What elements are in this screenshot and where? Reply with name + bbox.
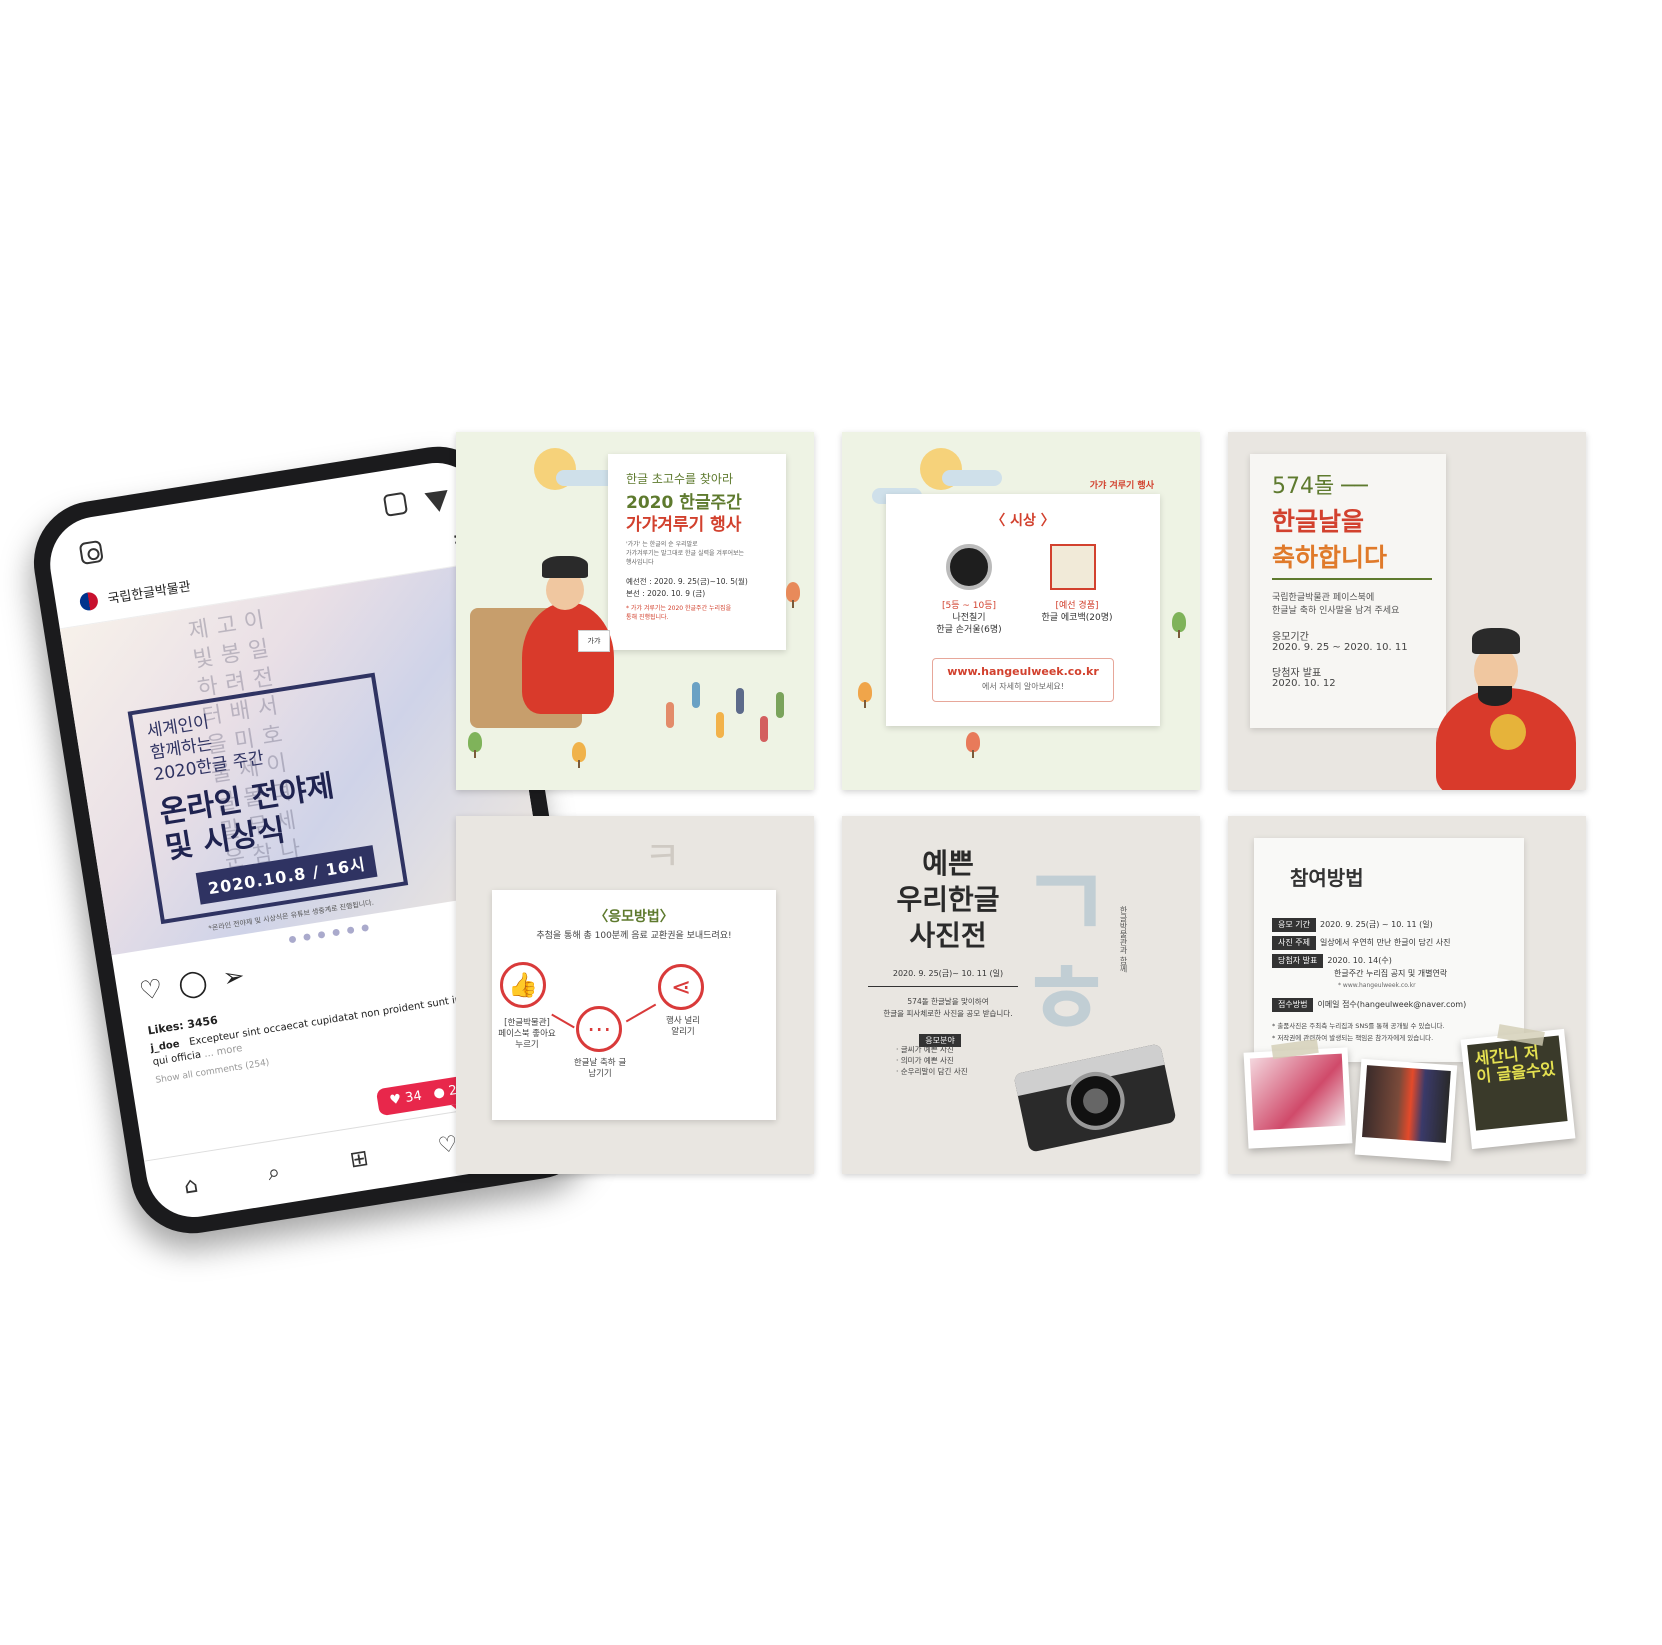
tile-entry-method: ㅋ 〈응모방법〉 추첨을 통해 총 100분께 음료 교환권을 보내드려요! 👍… bbox=[456, 816, 814, 1174]
tree-illustration bbox=[1172, 612, 1186, 638]
comment-icon[interactable]: ◯ bbox=[176, 967, 209, 1001]
decor-letter: ㅋ bbox=[644, 834, 681, 880]
caption-username[interactable]: j_doe bbox=[150, 1039, 181, 1054]
tile5-divider bbox=[868, 986, 1018, 987]
king-robe bbox=[522, 602, 614, 714]
tile3-announce-label: 당첨자 발표 bbox=[1272, 668, 1322, 679]
mirror-prize-image bbox=[946, 544, 992, 590]
tile4-subtitle: 추첨을 통해 총 100분께 음료 교환권을 보내드려요! bbox=[536, 931, 732, 941]
tile5-title: 예쁜 우리한글 사진전 bbox=[868, 846, 1028, 954]
url-box[interactable]: www.hangeulweek.co.kr 에서 자세히 알아보세요! bbox=[932, 658, 1114, 702]
row-period: 응모 기간 2020. 9. 25(금) ~ 10. 11 (일) bbox=[1272, 918, 1466, 932]
tile2-paper: 〈 시상 〉 [5등 ~ 10등] 나전칠기 한글 손거울(6명) [예선 경품… bbox=[886, 494, 1160, 726]
tile4-heading: 〈응모방법〉 bbox=[594, 909, 674, 925]
tile5-side-text: 한글박물관과 함께 bbox=[1119, 906, 1128, 973]
king-hat bbox=[1472, 628, 1520, 654]
king-beard bbox=[1478, 686, 1512, 706]
event-url-link[interactable]: www.hangeulweek.co.kr bbox=[933, 665, 1113, 678]
thumbs-up-icon: 👍 bbox=[500, 962, 546, 1008]
prize1-name-2: 한글 손거울(6명) bbox=[936, 625, 1002, 635]
tile1-description: '가갸' 는 한글의 순 우리말로 가갸겨루기는 말그대로 한글 실력을 겨루어… bbox=[626, 541, 745, 566]
direct-message-icon[interactable] bbox=[424, 480, 456, 512]
photo-polaroid-2 bbox=[1354, 1058, 1458, 1162]
tile-prizes: 가갸 겨루기 행사 〈 시상 〉 [5등 ~ 10등] 나전칠기 한글 손거울(… bbox=[842, 432, 1200, 790]
step2-label: 한글날 축하 글 남기기 bbox=[573, 1058, 627, 1079]
scroll-paper: 가갸 bbox=[578, 630, 610, 652]
step1-label: [한글박물관] 페이스북 좋아요 누르기 bbox=[498, 1018, 556, 1050]
cloud-illustration bbox=[942, 470, 1002, 486]
row-announce-detail: 한글주간 누리집 공지 및 개별연락 bbox=[1334, 969, 1448, 978]
dragon-emblem bbox=[1490, 714, 1526, 750]
tile-participation: 참여방법 응모 기간 2020. 9. 25(금) ~ 10. 11 (일) 사진… bbox=[1228, 816, 1586, 1174]
chat-bubble-icon: ⋯ bbox=[576, 1006, 622, 1052]
url-subtext: 에서 자세히 알아보세요! bbox=[982, 682, 1064, 691]
tile-photo-contest: ㄱㅎㅇ 예쁜 우리한글 사진전 2020. 9. 25(금)~ 10. 11 (… bbox=[842, 816, 1200, 1174]
tile2-heading: 〈 시상 〉 bbox=[991, 513, 1055, 529]
tile3-paper: 574돌 ── 한글날을 축하합니다 국립한글박물관 페이스북에 한글날 축하 … bbox=[1250, 454, 1446, 728]
tree-illustration bbox=[786, 582, 800, 608]
tile-hangeul-day: 574돌 ── 한글날을 축하합니다 국립한글박물관 페이스북에 한글날 축하 … bbox=[1228, 432, 1586, 790]
row-announce: 당첨자 발표 2020. 10. 14(수) bbox=[1272, 954, 1466, 968]
tile1-final-date: 본선 : 2020. 10. 9 (금) bbox=[626, 589, 706, 598]
tile5-items: · 글씨가 예쁜 사진 · 의미가 예쁜 사진 · 순우리말이 담긴 사진 bbox=[896, 1045, 968, 1076]
tile6-rows: 응모 기간 2020. 9. 25(금) ~ 10. 11 (일) 사진 주제 일상… bbox=[1272, 918, 1466, 1044]
tree-illustration bbox=[966, 732, 980, 758]
tile1-subtitle: 한글 초고수를 찾아라 bbox=[626, 472, 733, 486]
tile3-line-3: 축하합니다 bbox=[1272, 543, 1388, 572]
search-icon[interactable]: ⌕ bbox=[266, 1160, 282, 1187]
photo-polaroid-3: 세간니 저 이 글을수있 bbox=[1460, 1028, 1576, 1150]
tile-gagya-event: 한글 초고수를 찾아라 2020 한글주간 가갸겨루기 행사 '가갸' 는 한글… bbox=[456, 432, 814, 790]
mockup-canvas: 국립한글박물관 ⋮ 이 일 전 서 호 이 며 세 나 는 고 봉 려 배 미 … bbox=[0, 0, 1662, 1645]
row-topic: 사진 주제 일상에서 우연히 만난 한글이 담긴 사진 bbox=[1272, 936, 1466, 950]
tile6-note-1: * 출품사진은 주최측 누리집과 SNS를 통해 공개될 수 있습니다. bbox=[1272, 1022, 1445, 1030]
tile3-line-2: 한글날을 bbox=[1272, 507, 1365, 536]
tile5-desc-2: 한글을 피사체로한 사진을 공모 받습니다. bbox=[883, 1009, 1013, 1018]
tile4-paper: 〈응모방법〉 추첨을 통해 총 100분께 음료 교환권을 보내드려요! 👍 ⋯… bbox=[492, 890, 776, 1120]
tile3-period: 2020. 9. 25 ~ 2020. 10. 11 bbox=[1272, 642, 1408, 653]
notif-likes: ♥ 34 bbox=[388, 1088, 423, 1109]
row-submit: 접수방법 이메일 접수(hangeulweek@naver.com) bbox=[1272, 998, 1466, 1012]
caption-more-link[interactable]: ... more bbox=[203, 1043, 243, 1060]
camera-icon[interactable] bbox=[78, 539, 104, 566]
tile5-desc-1: 574돌 한글날을 맞이하여 bbox=[907, 997, 989, 1006]
tile1-note: * 가갸 겨루기는 2020 한글주간 누리집을 통해 진행됩니다. bbox=[626, 605, 732, 621]
tile1-prelim-date: 예선전 : 2020. 9. 25(금)~10. 5(월) bbox=[626, 577, 748, 586]
tile2-tag: 가갸 겨루기 행사 bbox=[1089, 481, 1154, 491]
tile3-desc-1: 국립한글박물관 페이스북에 bbox=[1272, 593, 1375, 603]
tree-illustration bbox=[572, 742, 586, 768]
post-actions: ♡ ◯ ➢ bbox=[137, 961, 247, 1007]
tile3-announce: 2020. 10. 12 bbox=[1272, 678, 1336, 689]
tile3-desc-2: 한글날 축하 인사말을 남겨 주세요 bbox=[1272, 606, 1400, 616]
crowd-illustration bbox=[656, 672, 796, 762]
tile5-title-3: 사진전 bbox=[909, 919, 987, 952]
photo-polaroid-1 bbox=[1243, 1047, 1353, 1149]
share-nodes-icon: ⋖ bbox=[658, 964, 704, 1010]
tile3-divider bbox=[1272, 578, 1432, 580]
heart-icon[interactable]: ♡ bbox=[137, 974, 165, 1007]
tile5-date: 2020. 9. 25(금)~ 10. 11 (일) bbox=[892, 969, 1004, 978]
tile5-title-1: 예쁜 bbox=[922, 847, 974, 880]
tile3-line-1: 574돌 ── bbox=[1272, 474, 1368, 499]
account-avatar[interactable] bbox=[78, 590, 100, 612]
step3-label: 행사 널리 알리기 bbox=[666, 1016, 700, 1037]
tree-illustration bbox=[858, 682, 872, 708]
row-announce-url: * www.hangeulweek.co.kr bbox=[1338, 982, 1416, 989]
tile1-paper: 한글 초고수를 찾아라 2020 한글주간 가갸겨루기 행사 '가갸' 는 한글… bbox=[608, 454, 786, 650]
ecobag-prize-image bbox=[1050, 544, 1096, 590]
tile6-heading: 참여방법 bbox=[1290, 866, 1364, 890]
account-name[interactable]: 국립한글박물관 bbox=[106, 575, 192, 607]
tile6-paper: 참여방법 응모 기간 2020. 9. 25(금) ~ 10. 11 (일) 사진… bbox=[1254, 838, 1524, 1062]
home-icon[interactable]: ⌂ bbox=[182, 1173, 200, 1200]
igtv-icon[interactable] bbox=[382, 491, 409, 517]
tree-illustration bbox=[468, 732, 482, 758]
new-post-icon[interactable]: ⊞ bbox=[348, 1146, 370, 1174]
tile5-title-2: 우리한글 bbox=[896, 883, 1000, 916]
tile1-title-2: 가갸겨루기 행사 bbox=[626, 515, 742, 535]
tile3-period-label: 응모기간 bbox=[1272, 632, 1309, 643]
cloud-illustration bbox=[556, 470, 616, 486]
share-icon[interactable]: ➢ bbox=[221, 961, 247, 994]
prize2-name: 한글 에코백(20명) bbox=[1041, 613, 1113, 623]
king-hat bbox=[542, 556, 588, 578]
